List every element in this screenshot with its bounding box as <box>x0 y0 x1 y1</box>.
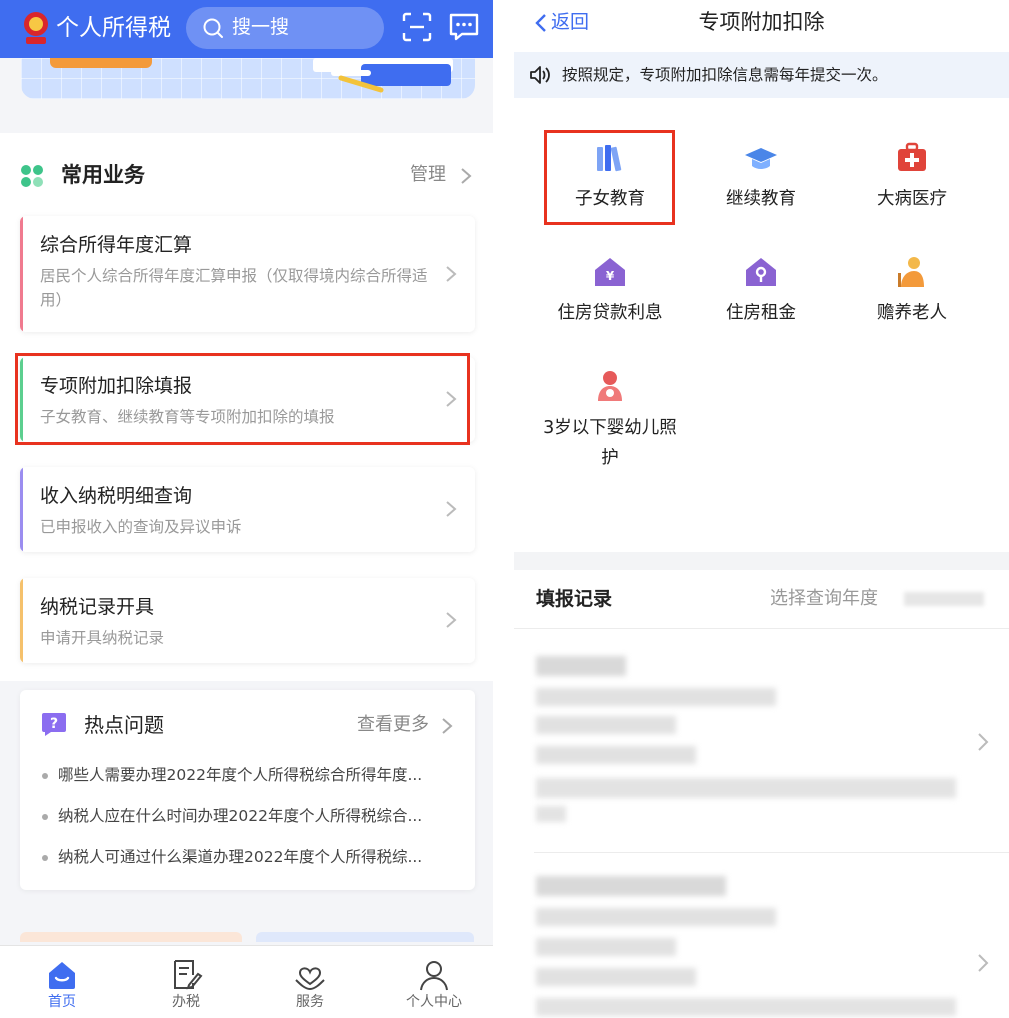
grid-item-infant-care[interactable]: 3岁以下婴幼儿照护 <box>540 369 680 473</box>
hot-title: 热点问题 <box>84 713 164 737</box>
nav-label: 个人中心 <box>406 994 462 1010</box>
chevron-right-icon <box>446 501 457 517</box>
app-title: 个人所得税 <box>56 15 171 41</box>
section-divider <box>514 552 1009 570</box>
grid-item-serious-illness[interactable]: 大病医疗 <box>842 141 982 213</box>
card-accent <box>20 216 23 332</box>
card-subtitle: 已申报收入的查询及异议申诉 <box>40 518 242 536</box>
left-screen: 个人所得税 搜一搜 常用业务 管理 综合所得年度汇算 居民个人综合所得年度汇算申… <box>0 0 493 1018</box>
nav-tax[interactable]: 办税 <box>136 946 236 1018</box>
chevron-right-icon[interactable] <box>460 167 472 185</box>
view-more-link[interactable]: 查看更多 <box>357 713 429 737</box>
chevron-right-icon <box>446 266 457 282</box>
tax-emblem-icon <box>24 12 48 44</box>
card-title: 综合所得年度汇算 <box>40 234 193 256</box>
graduation-cap-icon <box>745 148 777 169</box>
chevron-right-icon <box>446 612 457 628</box>
home-icon <box>49 962 75 989</box>
card-annual-settlement[interactable]: 综合所得年度汇算 居民个人综合所得年度汇算申报（仅取得境内综合所得适用） <box>20 216 475 332</box>
nav-label: 服务 <box>296 994 324 1010</box>
card-accent <box>20 467 23 552</box>
search-placeholder: 搜一搜 <box>232 16 290 38</box>
heart-hand-icon <box>295 967 325 991</box>
hot-question-item[interactable]: 纳税人应在什么时间办理2022年度个人所得税综合... <box>42 805 462 827</box>
card-income-query[interactable]: 收入纳税明细查询 已申报收入的查询及异议申诉 <box>20 467 475 552</box>
svg-text:¥: ¥ <box>606 269 615 283</box>
grid-item-housing-rent[interactable]: 住房租金 <box>691 255 831 327</box>
card-title: 收入纳税明细查询 <box>40 485 193 507</box>
grid-item-continuing-education[interactable]: 继续教育 <box>691 141 831 213</box>
hot-question-item[interactable]: 纳税人可通过什么渠道办理2022年度个人所得税综... <box>42 846 462 868</box>
search-icon <box>203 18 223 38</box>
highlight-box <box>544 130 675 225</box>
year-selector[interactable]: 选择查询年度 <box>770 586 878 612</box>
house-key-icon <box>746 258 776 286</box>
message-icon[interactable] <box>448 12 480 42</box>
mother-baby-icon <box>598 371 622 401</box>
grid-item-housing-loan[interactable]: ¥ 住房贷款利息 <box>540 255 680 327</box>
card-accent <box>20 578 23 663</box>
records-title: 填报记录 <box>536 588 613 610</box>
chevron-right-icon <box>978 733 989 751</box>
hot-question-item[interactable]: 哪些人需要办理2022年度个人所得税综合所得年度... <box>42 764 462 786</box>
notice-bar: 按照规定，专项附加扣除信息需每年提交一次。 <box>514 52 1009 98</box>
speaker-icon <box>530 66 550 84</box>
search-input[interactable]: 搜一搜 <box>186 7 384 49</box>
nav-label: 首页 <box>48 994 76 1010</box>
card-tax-record[interactable]: 纳税记录开具 申请开具纳税记录 <box>20 578 475 663</box>
chevron-right-icon[interactable] <box>441 717 453 735</box>
section-title: 常用业务 <box>61 163 145 187</box>
nav-home[interactable]: 首页 <box>12 946 112 1018</box>
right-screen: 返回 专项附加扣除 按照规定，专项附加扣除信息需每年提交一次。 子女教育 继续教… <box>514 0 1009 1018</box>
bottom-nav: 首页 办税 服务 个人中心 <box>0 945 493 1018</box>
hot-questions-section: ? 热点问题 查看更多 哪些人需要办理2022年度个人所得税综合所得年度... … <box>20 690 475 890</box>
card-subtitle: 申请开具纳税记录 <box>40 629 165 647</box>
card-subtitle: 居民个人综合所得年度汇算申报（仅取得境内综合所得适用） <box>40 267 428 309</box>
peek-card <box>20 932 242 942</box>
peek-card <box>256 932 474 942</box>
chevron-right-icon <box>978 954 989 972</box>
grid-item-elderly-support[interactable]: 赡养老人 <box>842 255 982 327</box>
house-yuan-icon: ¥ <box>595 258 625 286</box>
notice-text: 按照规定，专项附加扣除信息需每年提交一次。 <box>562 66 888 84</box>
top-bar: 个人所得税 搜一搜 <box>0 0 493 58</box>
question-icon: ? <box>42 713 66 736</box>
page-title: 专项附加扣除 <box>698 10 825 34</box>
highlight-box <box>15 353 470 445</box>
banner-illustration <box>313 58 453 93</box>
nav-label: 办税 <box>172 994 200 1010</box>
user-icon <box>420 961 448 991</box>
medical-kit-icon <box>898 142 926 171</box>
grid-dots-icon <box>21 165 43 187</box>
card-title: 纳税记录开具 <box>40 596 155 618</box>
scan-icon[interactable] <box>402 12 432 42</box>
elderly-icon <box>898 257 924 287</box>
nav-profile[interactable]: 个人中心 <box>384 946 484 1018</box>
edit-document-icon <box>174 960 203 990</box>
manage-link[interactable]: 管理 <box>410 163 446 187</box>
svg-text:?: ? <box>50 716 58 732</box>
blurred-year-value <box>904 592 984 606</box>
promo-banner[interactable] <box>21 58 475 99</box>
nav-service[interactable]: 服务 <box>260 946 360 1018</box>
